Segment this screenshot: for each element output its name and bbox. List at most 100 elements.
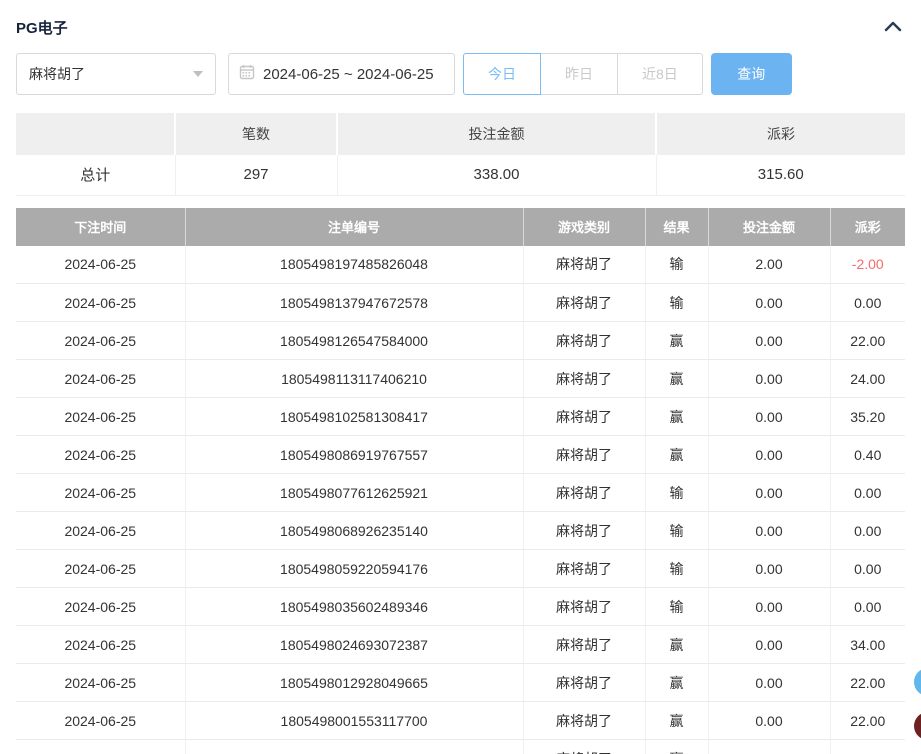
bet-amount-cell: 0.00 (708, 474, 830, 512)
result-cell: 赢 (645, 322, 708, 360)
bet-amount-cell: 0.00 (708, 740, 830, 754)
bet-amount-cell: 0.00 (708, 702, 830, 740)
game-type-cell: 麻将胡了 (523, 284, 645, 322)
payout-cell: 35.20 (830, 398, 905, 436)
payout-cell: 0.40 (830, 436, 905, 474)
col-game-type: 游戏类别 (523, 208, 645, 246)
result-cell: 输 (645, 512, 708, 550)
game-type-cell: 麻将胡了 (523, 626, 645, 664)
yesterday-button[interactable]: 昨日 (540, 53, 618, 95)
summary-total-row: 总计 297 338.00 315.60 (16, 155, 905, 195)
summary-col-payout: 派彩 (656, 113, 905, 155)
bet-no-cell: 1805498012928049665 (185, 664, 523, 702)
bet-no-cell: 1805498035602489346 (185, 588, 523, 626)
bet-time-cell: 2024-06-25 (16, 474, 185, 512)
col-payout: 派彩 (830, 208, 905, 246)
bet-amount-cell: 0.00 (708, 626, 830, 664)
bet-no-cell: 1805498102581308417 (185, 398, 523, 436)
bet-time-cell: 2024-06-25 (16, 398, 185, 436)
bet-amount-cell: 0.00 (708, 664, 830, 702)
floating-widget-red[interactable] (914, 712, 921, 740)
bet-no-cell: 1805498001553117700 (185, 702, 523, 740)
bet-time-cell: 2024-06-25 (16, 322, 185, 360)
bet-no-cell: 1805498024693072387 (185, 626, 523, 664)
summary-header-row: 笔数 投注金额 派彩 (16, 113, 905, 155)
summary-table: 笔数 投注金额 派彩 总计 297 338.00 315.60 (16, 113, 905, 196)
payout-cell: -2.00 (830, 246, 905, 284)
bet-amount-cell: 0.00 (708, 550, 830, 588)
bet-records-table: 下注时间 注单编号 游戏类别 结果 投注金额 派彩 2024-06-251805… (16, 208, 905, 754)
col-result: 结果 (645, 208, 708, 246)
result-cell: 输 (645, 246, 708, 284)
summary-total-count: 297 (175, 155, 337, 195)
bet-no-cell: 1805498086919767557 (185, 436, 523, 474)
bet-table-body: 2024-06-251805498197485826048麻将胡了输2.00-2… (16, 246, 905, 754)
table-row: 2024-06-251805497991343482880麻将胡了赢0.0022… (16, 740, 905, 754)
result-cell: 输 (645, 588, 708, 626)
chevron-down-icon (193, 71, 203, 77)
bet-time-cell: 2024-06-25 (16, 550, 185, 588)
result-cell: 输 (645, 284, 708, 322)
game-type-cell: 麻将胡了 (523, 436, 645, 474)
result-cell: 赢 (645, 626, 708, 664)
table-row: 2024-06-251805498068926235140麻将胡了输0.000.… (16, 512, 905, 550)
bet-time-cell: 2024-06-25 (16, 664, 185, 702)
calendar-icon (239, 64, 255, 84)
bet-time-cell: 2024-06-25 (16, 512, 185, 550)
payout-cell: 34.00 (830, 626, 905, 664)
bet-time-cell: 2024-06-25 (16, 588, 185, 626)
table-row: 2024-06-251805498012928049665麻将胡了赢0.0022… (16, 664, 905, 702)
bet-time-cell: 2024-06-25 (16, 626, 185, 664)
floating-widget-blue[interactable] (914, 668, 921, 696)
bet-amount-cell: 0.00 (708, 398, 830, 436)
bet-amount-cell: 0.00 (708, 588, 830, 626)
game-select-value: 麻将胡了 (29, 64, 85, 84)
game-type-cell: 麻将胡了 (523, 588, 645, 626)
result-cell: 赢 (645, 740, 708, 754)
payout-cell: 24.00 (830, 360, 905, 398)
result-cell: 赢 (645, 702, 708, 740)
col-bet-time: 下注时间 (16, 208, 185, 246)
today-button[interactable]: 今日 (463, 53, 541, 95)
result-cell: 输 (645, 550, 708, 588)
bet-time-cell: 2024-06-25 (16, 284, 185, 322)
summary-col-count: 笔数 (175, 113, 337, 155)
last-8-days-button[interactable]: 近8日 (617, 53, 703, 95)
col-bet-no: 注单编号 (185, 208, 523, 246)
summary-col-empty (16, 113, 175, 155)
date-range-value: 2024-06-25 ~ 2024-06-25 (263, 66, 434, 83)
bet-no-cell: 1805498059220594176 (185, 550, 523, 588)
game-select[interactable]: 麻将胡了 (16, 53, 216, 95)
chevron-up-icon (884, 20, 902, 35)
table-row: 2024-06-251805498197485826048麻将胡了输2.00-2… (16, 246, 905, 284)
payout-cell: 22.00 (830, 322, 905, 360)
bet-amount-cell: 0.00 (708, 322, 830, 360)
table-row: 2024-06-251805498102581308417麻将胡了赢0.0035… (16, 398, 905, 436)
summary-total-payout: 315.60 (656, 155, 905, 195)
page-title: PG电子 (16, 17, 68, 38)
table-row: 2024-06-251805498086919767557麻将胡了赢0.000.… (16, 436, 905, 474)
bet-time-cell: 2024-06-25 (16, 360, 185, 398)
bet-amount-cell: 0.00 (708, 284, 830, 322)
quick-date-group: 今日 昨日 近8日 (463, 53, 703, 95)
table-row: 2024-06-251805498035602489346麻将胡了输0.000.… (16, 588, 905, 626)
table-row: 2024-06-251805498137947672578麻将胡了输0.000.… (16, 284, 905, 322)
collapse-button[interactable] (881, 15, 905, 39)
payout-cell: 0.00 (830, 588, 905, 626)
bet-amount-cell: 2.00 (708, 246, 830, 284)
game-type-cell: 麻将胡了 (523, 360, 645, 398)
bet-amount-cell: 0.00 (708, 360, 830, 398)
table-row: 2024-06-251805498024693072387麻将胡了赢0.0034… (16, 626, 905, 664)
table-row: 2024-06-251805498059220594176麻将胡了输0.000.… (16, 550, 905, 588)
col-bet-amount: 投注金额 (708, 208, 830, 246)
payout-cell: 22.00 (830, 702, 905, 740)
bet-no-cell: 1805498126547584000 (185, 322, 523, 360)
panel-header: PG电子 (16, 0, 905, 40)
result-cell: 赢 (645, 664, 708, 702)
payout-cell: 0.00 (830, 474, 905, 512)
game-type-cell: 麻将胡了 (523, 740, 645, 754)
search-button[interactable]: 查询 (711, 53, 792, 95)
date-range-input[interactable]: 2024-06-25 ~ 2024-06-25 (228, 53, 455, 95)
summary-col-bet-amount: 投注金额 (337, 113, 656, 155)
payout-cell: 0.00 (830, 512, 905, 550)
